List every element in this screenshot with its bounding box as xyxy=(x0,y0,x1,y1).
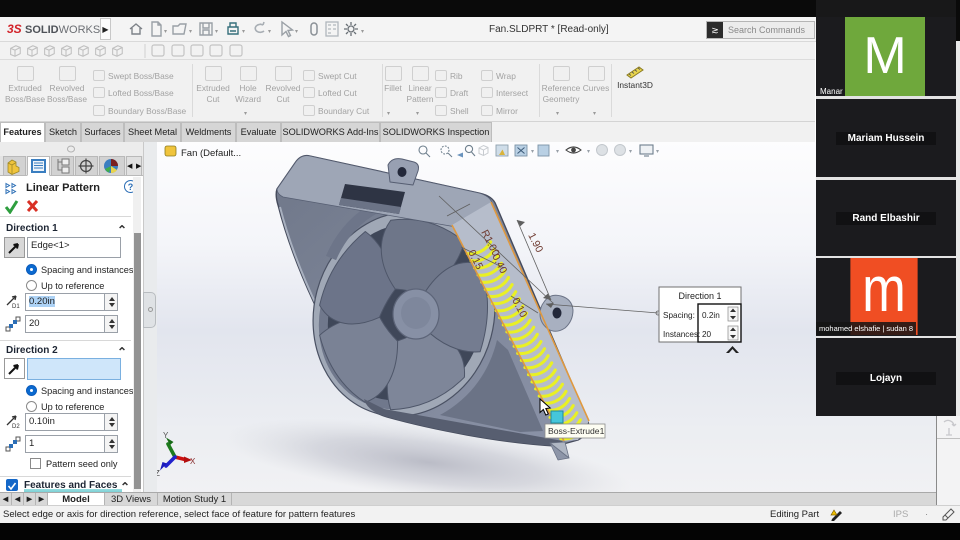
svg-text:▾: ▾ xyxy=(629,149,632,155)
svg-text:Spacing:: Spacing: xyxy=(663,311,695,320)
svg-text:D2: D2 xyxy=(12,424,20,430)
svg-text:Fan (Default...: Fan (Default... xyxy=(181,148,241,159)
svg-text:D1: D1 xyxy=(12,304,20,310)
svg-text:Direction 1: Direction 1 xyxy=(678,291,721,301)
svg-text:▾: ▾ xyxy=(587,149,590,155)
svg-text:▾: ▾ xyxy=(531,149,534,155)
svg-text:20: 20 xyxy=(702,330,712,339)
svg-text:Instances:: Instances: xyxy=(663,330,700,339)
svg-text:0.2in: 0.2in xyxy=(702,311,720,320)
svg-text:X: X xyxy=(190,457,196,466)
svg-text:▾: ▾ xyxy=(656,149,659,155)
svg-text:Y: Y xyxy=(163,431,169,440)
svg-text:Z: Z xyxy=(157,469,160,478)
svg-text:▾: ▾ xyxy=(556,149,559,155)
svg-text:Boss-Extrude1: Boss-Extrude1 xyxy=(548,426,605,436)
